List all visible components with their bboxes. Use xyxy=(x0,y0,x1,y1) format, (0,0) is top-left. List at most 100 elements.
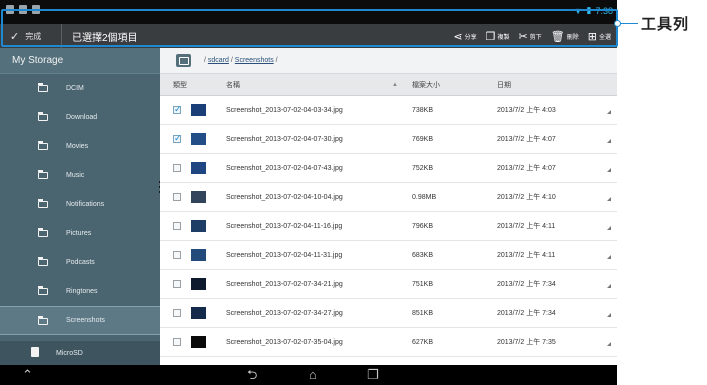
selection-count: 已選擇2個項目 xyxy=(72,32,138,44)
done-button[interactable]: ✓ 完成 xyxy=(0,24,62,48)
folder-icon xyxy=(37,316,48,325)
cut-button[interactable]: ✂ 剪下 xyxy=(519,30,542,43)
breadcrumb-link-sdcard[interactable]: sdcard xyxy=(208,57,229,64)
status-indicators: ▼ ▮ 7:38 xyxy=(574,5,613,16)
copy-label: 複製 xyxy=(497,34,510,41)
sidebar-header[interactable]: My Storage xyxy=(0,48,160,74)
column-size[interactable]: 檔案大小 xyxy=(412,80,497,90)
sidebar-item-music[interactable]: Music xyxy=(0,161,160,190)
copy-icon: ❐ xyxy=(485,30,496,43)
row-menu-icon[interactable] xyxy=(607,226,611,230)
row-menu-icon[interactable] xyxy=(607,342,611,346)
file-date: 2013/7/2 上午 7:34 xyxy=(497,310,556,317)
table-row[interactable]: Screenshot_2013-07-02-04-11-16.jpg 796KB 2… xyxy=(160,212,617,241)
back-icon[interactable]: ⮌ xyxy=(247,367,257,383)
row-checkbox[interactable] xyxy=(173,193,181,201)
breadcrumb-separator: / xyxy=(230,57,233,64)
screenshot-frame: ▼ ▮ 7:38 ✓ 完成 已選擇2個項目 ⋖ 分享 ❐ 複製 ✂ 剪下 🗑 刪… xyxy=(0,0,707,385)
select-all-button[interactable]: ⊞ 全選 xyxy=(588,30,611,43)
table-row[interactable]: Screenshot_2013-07-02-04-10-04.jpg 0.98MB… xyxy=(160,183,617,212)
notification-icon xyxy=(19,5,27,14)
image-thumbnail xyxy=(191,249,206,261)
sidebar-item-label: Pictures xyxy=(66,230,92,237)
sidebar-item-label: Screenshots xyxy=(66,317,105,324)
row-checkbox[interactable] xyxy=(173,309,181,317)
sort-ascending-icon[interactable]: ▲ xyxy=(392,82,412,88)
row-checkbox[interactable] xyxy=(173,251,181,259)
table-row[interactable]: Screenshot_2013-07-02-04-11-31.jpg 683KB 2… xyxy=(160,241,617,270)
sidebar-item-screenshots[interactable]: Screenshots xyxy=(0,306,160,335)
home-icon[interactable]: ⌂ xyxy=(309,367,317,383)
storage-home-icon[interactable] xyxy=(176,54,191,67)
row-menu-icon[interactable] xyxy=(607,168,611,172)
table-row[interactable]: Screenshot_2013-07-02-04-07-30.jpg 769KB 2… xyxy=(160,125,617,154)
sidebar-item-download[interactable]: Download xyxy=(0,103,160,132)
delete-button[interactable]: 🗑 刪除 xyxy=(551,30,579,43)
share-icon: ⋖ xyxy=(453,30,463,43)
row-checkbox[interactable] xyxy=(173,222,181,230)
table-row[interactable]: Screenshot_2013-07-02-07-34-21.jpg 751KB 2… xyxy=(160,270,617,299)
row-menu-icon[interactable] xyxy=(607,197,611,201)
file-name: Screenshot_2013-07-02-04-03-34.jpg xyxy=(226,106,343,114)
row-checkbox[interactable] xyxy=(173,164,181,172)
type-cell xyxy=(160,104,226,116)
image-thumbnail xyxy=(191,220,206,232)
sidebar-item-label: Notifications xyxy=(66,201,105,208)
column-name[interactable]: 名稱 xyxy=(226,80,392,90)
table-row[interactable]: Screenshot_2013-07-02-04-03-34.jpg 738KB 2… xyxy=(160,96,617,125)
file-size: 796KB xyxy=(412,222,434,230)
type-cell xyxy=(160,307,226,319)
row-checkbox[interactable] xyxy=(173,280,181,288)
share-button[interactable]: ⋖ 分享 xyxy=(453,30,476,43)
row-checkbox[interactable] xyxy=(173,338,181,346)
file-date: 2013/7/2 上午 7:35 xyxy=(497,339,556,346)
file-name: Screenshot_2013-07-02-07-35-04.jpg xyxy=(226,338,343,346)
file-size: 0.98MB xyxy=(412,193,437,201)
folder-icon xyxy=(37,199,48,208)
file-name: Screenshot_2013-07-02-04-07-30.jpg xyxy=(226,135,343,143)
column-date[interactable]: 日期 xyxy=(497,80,607,90)
image-thumbnail xyxy=(191,104,206,116)
sidebar-item-pictures[interactable]: Pictures xyxy=(0,219,160,248)
file-date: 2013/7/2 上午 4:07 xyxy=(497,165,556,172)
menu-up-icon[interactable]: ⌃ xyxy=(22,367,33,383)
notification-icon xyxy=(6,5,14,14)
sidebar-item-label: Movies xyxy=(66,143,89,150)
row-menu-icon[interactable] xyxy=(607,313,611,317)
sidebar-item-notifications[interactable]: Notifications xyxy=(0,190,160,219)
notification-icon xyxy=(32,5,40,14)
file-list-panel: / sdcard / Screenshots / 類型 名稱 ▲ 檔案大小 日期… xyxy=(160,48,617,365)
type-cell xyxy=(160,278,226,290)
sidebar-item-label: Podcasts xyxy=(66,259,95,266)
copy-button[interactable]: ❐ 複製 xyxy=(486,30,510,43)
sidebar-item-podcasts[interactable]: Podcasts xyxy=(0,248,160,277)
type-cell xyxy=(160,249,226,261)
scissors-icon: ✂ xyxy=(518,30,528,43)
row-menu-icon[interactable] xyxy=(607,139,611,143)
type-cell xyxy=(160,133,226,145)
sidebar-item-movies[interactable]: Movies xyxy=(0,132,160,161)
recent-apps-icon[interactable]: ❐ xyxy=(367,367,379,383)
type-cell xyxy=(160,220,226,232)
share-label: 分享 xyxy=(464,34,477,41)
table-row[interactable]: Screenshot_2013-07-02-07-34-27.jpg 851KB 2… xyxy=(160,299,617,328)
table-row[interactable]: Screenshot_2013-07-02-04-07-43.jpg 752KB 2… xyxy=(160,154,617,183)
battery-icon: ▮ xyxy=(586,5,592,15)
file-date: 2013/7/2 上午 4:07 xyxy=(497,136,556,143)
folder-icon xyxy=(37,112,48,121)
type-cell xyxy=(160,336,226,348)
column-type[interactable]: 類型 xyxy=(160,80,226,90)
sidebar-item-label: MicroSD xyxy=(56,349,83,357)
breadcrumb-link-screenshots[interactable]: Screenshots xyxy=(235,57,274,64)
sidebar-item-microsd[interactable]: MicroSD xyxy=(0,341,160,365)
storage-sidebar: My Storage DCIM Download Movies Music No… xyxy=(0,48,160,365)
file-size: 752KB xyxy=(412,164,434,172)
row-checkbox[interactable] xyxy=(173,133,182,144)
row-menu-icon[interactable] xyxy=(607,255,611,259)
sidebar-item-ringtones[interactable]: Ringtones xyxy=(0,277,160,306)
row-menu-icon[interactable] xyxy=(607,284,611,288)
row-menu-icon[interactable] xyxy=(607,110,611,114)
sidebar-item-dcim[interactable]: DCIM xyxy=(0,74,160,103)
table-row[interactable]: Screenshot_2013-07-02-07-35-04.jpg 627KB 2… xyxy=(160,328,617,357)
row-checkbox[interactable] xyxy=(173,104,182,115)
